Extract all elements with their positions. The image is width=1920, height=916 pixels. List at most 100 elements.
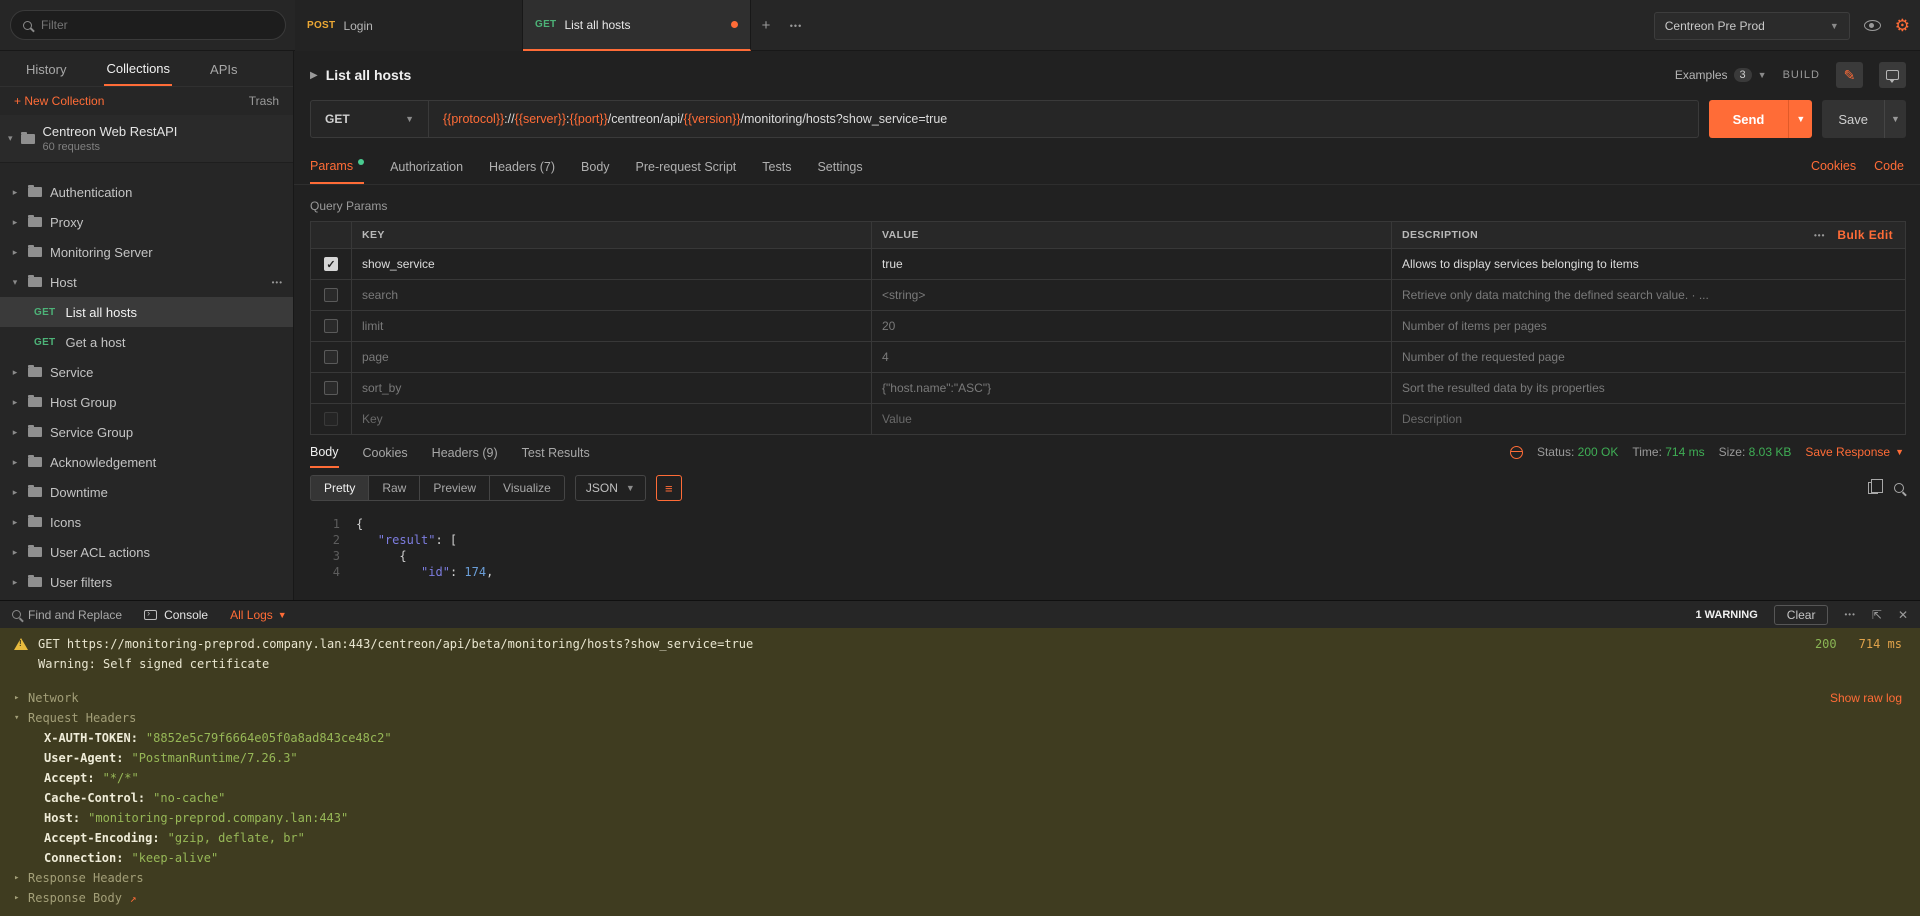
request-get-a-host[interactable]: GET Get a host bbox=[0, 327, 293, 357]
chevron-right-icon[interactable]: ▸ bbox=[10, 457, 20, 468]
checkbox-unchecked[interactable] bbox=[324, 412, 338, 426]
tab-settings[interactable]: Settings bbox=[817, 147, 862, 184]
language-selector[interactable]: JSON ▼ bbox=[575, 475, 646, 501]
param-value[interactable]: true bbox=[871, 249, 1391, 279]
request-list-all-hosts[interactable]: GET List all hosts bbox=[0, 297, 293, 327]
checkbox-unchecked[interactable] bbox=[324, 350, 338, 364]
tab-authorization[interactable]: Authorization bbox=[390, 147, 463, 184]
param-key[interactable]: search bbox=[351, 280, 871, 310]
new-tab-button[interactable]: + bbox=[751, 0, 781, 51]
environment-preview-icon[interactable] bbox=[1864, 20, 1881, 31]
open-in-new-window-icon[interactable]: ⇱ bbox=[1872, 608, 1882, 622]
param-key[interactable]: limit bbox=[351, 311, 871, 341]
log-filter-dropdown[interactable]: All Logs ▼ bbox=[230, 608, 287, 622]
param-description[interactable]: Number of items per pages bbox=[1391, 311, 1785, 341]
request-tab-login[interactable]: POST Login bbox=[295, 0, 523, 51]
console-log[interactable]: GET https://monitoring-preprod.company.l… bbox=[0, 628, 1920, 916]
tab-params[interactable]: Params bbox=[310, 147, 364, 184]
param-key[interactable]: sort_by bbox=[351, 373, 871, 403]
copy-icon[interactable] bbox=[1868, 482, 1878, 494]
network-icon[interactable] bbox=[1510, 446, 1523, 459]
folder-proxy[interactable]: ▸ Proxy bbox=[0, 207, 293, 237]
tab-collections[interactable]: Collections bbox=[104, 52, 172, 86]
param-value-placeholder[interactable]: Value bbox=[871, 404, 1391, 434]
param-description[interactable]: Sort the resulted data by its properties bbox=[1391, 373, 1785, 403]
tab-tests[interactable]: Tests bbox=[762, 147, 791, 184]
view-visualize[interactable]: Visualize bbox=[489, 476, 564, 500]
show-raw-log-link[interactable]: Show raw log bbox=[1830, 691, 1902, 705]
chevron-down-icon[interactable]: ▾ bbox=[8, 133, 13, 144]
folder-host[interactable]: ▾ Host ••• bbox=[0, 267, 293, 297]
param-description[interactable]: Number of the requested page bbox=[1391, 342, 1785, 372]
param-key[interactable]: page bbox=[351, 342, 871, 372]
param-value[interactable]: {"host.name":"ASC"} bbox=[871, 373, 1391, 403]
chevron-right-icon[interactable]: ▸ bbox=[10, 367, 20, 378]
checkbox-unchecked[interactable] bbox=[324, 319, 338, 333]
wrap-lines-button[interactable]: ≡ bbox=[656, 475, 682, 501]
tab-apis[interactable]: APIs bbox=[208, 53, 239, 85]
chevron-right-icon[interactable]: ▸ bbox=[10, 187, 20, 198]
folder-host-group[interactable]: ▸ Host Group bbox=[0, 387, 293, 417]
external-link-icon[interactable]: ↗ bbox=[130, 892, 137, 905]
folder-user-acl-actions[interactable]: ▸ User ACL actions bbox=[0, 537, 293, 567]
tab-response-body[interactable]: Body bbox=[310, 436, 339, 468]
find-and-replace-button[interactable]: Find and Replace bbox=[12, 608, 122, 622]
console-options-button[interactable]: ••• bbox=[1844, 610, 1855, 619]
log-section-request-headers[interactable]: ▾ Request Headers bbox=[14, 708, 1906, 728]
send-options-caret[interactable]: ▼ bbox=[1788, 100, 1812, 138]
folder-options-button[interactable]: ••• bbox=[272, 278, 283, 287]
folder-authentication[interactable]: ▸ Authentication bbox=[0, 177, 293, 207]
view-raw[interactable]: Raw bbox=[368, 476, 419, 500]
chevron-right-icon[interactable]: ▸ bbox=[10, 427, 20, 438]
bulk-edit-link[interactable]: Bulk Edit bbox=[1837, 228, 1893, 242]
folder-user-filters[interactable]: ▸ User filters bbox=[0, 567, 293, 597]
new-collection-button[interactable]: + New Collection bbox=[14, 94, 104, 108]
edit-button[interactable]: ✎ bbox=[1836, 62, 1863, 88]
param-key-placeholder[interactable]: Key bbox=[351, 404, 871, 434]
comments-button[interactable] bbox=[1879, 62, 1906, 88]
chevron-right-icon[interactable]: ▸ bbox=[10, 247, 20, 258]
chevron-right-icon[interactable]: ▸ bbox=[10, 217, 20, 228]
chevron-right-icon[interactable]: ▸ bbox=[10, 487, 20, 498]
log-section-response-headers[interactable]: ▸ Response Headers bbox=[14, 868, 1906, 888]
clear-console-button[interactable]: Clear bbox=[1774, 605, 1829, 625]
tab-body[interactable]: Body bbox=[581, 147, 610, 184]
tab-headers[interactable]: Headers (7) bbox=[489, 147, 555, 184]
settings-gear-icon[interactable]: ⚙ bbox=[1895, 17, 1910, 34]
view-pretty[interactable]: Pretty bbox=[311, 476, 368, 500]
method-selector[interactable]: GET ▼ bbox=[311, 101, 429, 137]
chevron-right-icon[interactable]: ▸ bbox=[10, 517, 20, 528]
chevron-right-icon[interactable]: ▸ bbox=[10, 577, 20, 588]
chevron-right-icon[interactable]: ▸ bbox=[10, 547, 20, 558]
param-description[interactable]: Retrieve only data matching the defined … bbox=[1391, 280, 1785, 310]
sidebar-filter[interactable] bbox=[10, 10, 286, 40]
code-link[interactable]: Code bbox=[1874, 159, 1904, 173]
chevron-right-icon[interactable]: ▸ bbox=[10, 397, 20, 408]
checkbox-unchecked[interactable] bbox=[324, 381, 338, 395]
folder-service[interactable]: ▸ Service bbox=[0, 357, 293, 387]
request-tab-list-all-hosts[interactable]: GET List all hosts bbox=[523, 0, 751, 51]
search-response-icon[interactable] bbox=[1894, 483, 1904, 493]
log-section-network[interactable]: ▸ Network Show raw log bbox=[14, 688, 1906, 708]
collection-centreon-web-restapi[interactable]: ▾ Centreon Web RestAPI 60 requests bbox=[0, 115, 293, 163]
filter-input[interactable] bbox=[41, 18, 251, 32]
trash-link[interactable]: Trash bbox=[249, 94, 279, 108]
send-button[interactable]: Send bbox=[1709, 100, 1789, 138]
log-section-response-body[interactable]: ▸ Response Body ↗ bbox=[14, 888, 1906, 908]
param-description-placeholder[interactable]: Description bbox=[1391, 404, 1785, 434]
param-value[interactable]: <string> bbox=[871, 280, 1391, 310]
folder-service-group[interactable]: ▸ Service Group bbox=[0, 417, 293, 447]
tab-response-headers[interactable]: Headers (9) bbox=[432, 436, 498, 468]
cookies-link[interactable]: Cookies bbox=[1811, 159, 1856, 173]
chevron-down-icon[interactable]: ▾ bbox=[10, 277, 20, 288]
environment-selector[interactable]: Centreon Pre Prod ▼ bbox=[1654, 12, 1850, 40]
save-response-button[interactable]: Save Response ▼ bbox=[1805, 445, 1904, 459]
table-options-button[interactable]: ••• bbox=[1814, 231, 1825, 240]
response-body-editor[interactable]: 1 { 2 "result": [ 3 { 4 "id": 174, bbox=[294, 508, 1920, 600]
url-input[interactable]: {{protocol}}://{{server}}:{{port}}/centr… bbox=[429, 112, 961, 126]
param-key[interactable]: show_service bbox=[351, 249, 871, 279]
save-button[interactable]: Save bbox=[1822, 100, 1884, 138]
folder-acknowledgement[interactable]: ▸ Acknowledgement bbox=[0, 447, 293, 477]
param-value[interactable]: 4 bbox=[871, 342, 1391, 372]
console-tab[interactable]: Console bbox=[144, 608, 208, 622]
